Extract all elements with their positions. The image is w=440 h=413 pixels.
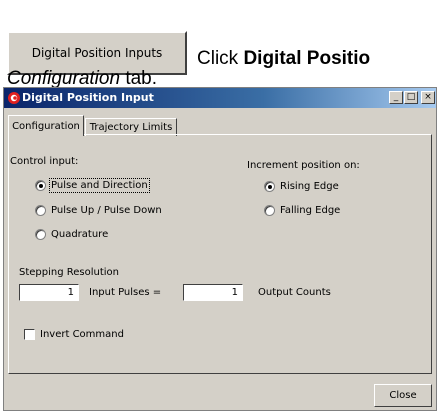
close-button[interactable]: Close — [374, 384, 432, 407]
close-window-button[interactable]: × — [421, 91, 435, 104]
output-counts-label: Output Counts — [258, 287, 331, 298]
radio-pulse-up-down[interactable] — [35, 205, 46, 216]
invert-command-label[interactable]: Invert Command — [40, 329, 124, 340]
input-pulses-label: Input Pulses = — [89, 287, 162, 298]
radio-falling-edge[interactable] — [264, 205, 275, 216]
radio-pulse-and-direction-label[interactable]: Pulse and Direction — [49, 178, 150, 193]
tab-configuration[interactable]: Configuration — [8, 115, 84, 136]
radio-falling-edge-label[interactable]: Falling Edge — [280, 205, 340, 216]
radio-rising-edge-label[interactable]: Rising Edge — [280, 181, 339, 192]
digital-position-inputs-button-label: Digital Position Inputs — [31, 46, 163, 60]
instruction-italic-text: Configuration — [7, 68, 121, 89]
instruction-text: Click — [197, 48, 239, 69]
tab-configuration-label: Configuration — [12, 120, 80, 132]
radio-pulse-up-down-label[interactable]: Pulse Up / Pulse Down — [51, 205, 162, 216]
app-logo-icon — [8, 92, 20, 104]
radio-quadrature-label[interactable]: Quadrature — [51, 229, 108, 240]
radio-pulse-and-direction[interactable] — [35, 180, 46, 191]
close-button-label: Close — [389, 390, 417, 401]
increment-heading: Increment position on: — [247, 160, 360, 171]
control-input-heading: Control input: — [10, 156, 79, 167]
maximize-button[interactable]: □ — [404, 91, 418, 104]
radio-quadrature[interactable] — [35, 229, 46, 240]
invert-command-checkbox[interactable] — [24, 329, 35, 340]
instruction-line-1: Click Digital Positio — [197, 48, 370, 70]
instruction-bold-text: Digital Positio — [243, 48, 371, 69]
input-pulses-field[interactable]: 1 — [19, 284, 79, 301]
window-title: Digital Position Input — [22, 91, 154, 104]
instruction-suffix-text: tab. — [125, 68, 158, 89]
stepping-resolution-heading: Stepping Resolution — [19, 267, 120, 278]
radio-rising-edge[interactable] — [264, 181, 275, 192]
output-counts-field[interactable]: 1 — [183, 284, 243, 301]
tab-trajectory-limits-label: Trajectory Limits — [89, 122, 173, 133]
minimize-button[interactable]: _ — [389, 91, 403, 104]
